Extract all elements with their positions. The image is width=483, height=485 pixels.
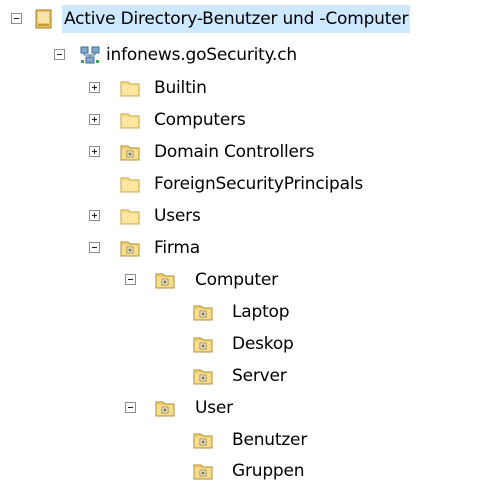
expand-toggle[interactable] <box>89 82 100 93</box>
ou-icon <box>155 273 175 289</box>
ou-icon <box>193 464 213 480</box>
collapse-toggle[interactable] <box>125 402 136 413</box>
collapse-toggle[interactable] <box>54 49 65 60</box>
tree-node-benutzer[interactable]: Benutzer <box>0 426 483 454</box>
tree-node-label: Active Directory-Benutzer und -Computer <box>62 5 411 33</box>
tree-node-users[interactable]: Users <box>0 202 483 230</box>
tree-node-label: Users <box>154 206 201 226</box>
folder-icon <box>120 177 140 193</box>
collapse-toggle[interactable] <box>89 242 100 253</box>
expand-toggle[interactable] <box>89 146 100 157</box>
tree-node-label: Gruppen <box>232 461 305 481</box>
folder-icon <box>120 113 140 129</box>
tree-node-label: Firma <box>154 238 200 258</box>
tree-node-server[interactable]: Server <box>0 362 483 390</box>
expand-toggle[interactable] <box>89 114 100 125</box>
ad-console-icon <box>35 9 52 29</box>
tree-node-label: Computer <box>195 270 278 290</box>
ou-icon <box>155 401 175 417</box>
expand-toggle[interactable] <box>89 210 100 221</box>
tree-node-deskop[interactable]: Deskop <box>0 330 483 358</box>
folder-icon <box>120 209 140 225</box>
tree-node-laptop[interactable]: Laptop <box>0 298 483 326</box>
domain-icon <box>80 46 100 64</box>
tree-node-label: User <box>195 398 233 418</box>
collapse-toggle[interactable] <box>125 274 136 285</box>
tree-node-label: Laptop <box>232 302 290 322</box>
tree-node-label: Computers <box>154 110 246 130</box>
tree-node-label: infonews.goSecurity.ch <box>106 45 297 65</box>
ad-tree-view: Active Directory-Benutzer und -Computer … <box>0 0 483 484</box>
tree-node-label: Server <box>232 366 287 386</box>
ou-icon <box>120 241 140 257</box>
tree-node-domain-controllers[interactable]: Domain Controllers <box>0 138 483 166</box>
tree-node-label: ForeignSecurityPrincipals <box>154 174 364 194</box>
collapse-toggle[interactable] <box>11 13 22 24</box>
ou-icon <box>193 305 213 321</box>
tree-node-firma[interactable]: Firma <box>0 234 483 262</box>
ou-icon <box>193 337 213 353</box>
ou-icon <box>193 433 213 449</box>
tree-node-computer[interactable]: Computer <box>0 266 483 294</box>
tree-node-root[interactable]: Active Directory-Benutzer und -Computer <box>0 5 483 33</box>
tree-node-label: Builtin <box>154 78 207 98</box>
tree-node-computers[interactable]: Computers <box>0 106 483 134</box>
ou-icon <box>120 145 140 161</box>
tree-node-user[interactable]: User <box>0 394 483 422</box>
tree-node-label: Domain Controllers <box>154 142 315 162</box>
tree-node-builtin[interactable]: Builtin <box>0 74 483 102</box>
tree-node-gruppen[interactable]: Gruppen <box>0 457 483 485</box>
ou-icon <box>193 369 213 385</box>
tree-node-label: Deskop <box>232 334 294 354</box>
folder-icon <box>120 81 140 97</box>
tree-node-foreign-security-principals[interactable]: ForeignSecurityPrincipals <box>0 170 483 198</box>
tree-node-label: Benutzer <box>232 430 308 450</box>
tree-node-domain[interactable]: infonews.goSecurity.ch <box>0 41 483 69</box>
